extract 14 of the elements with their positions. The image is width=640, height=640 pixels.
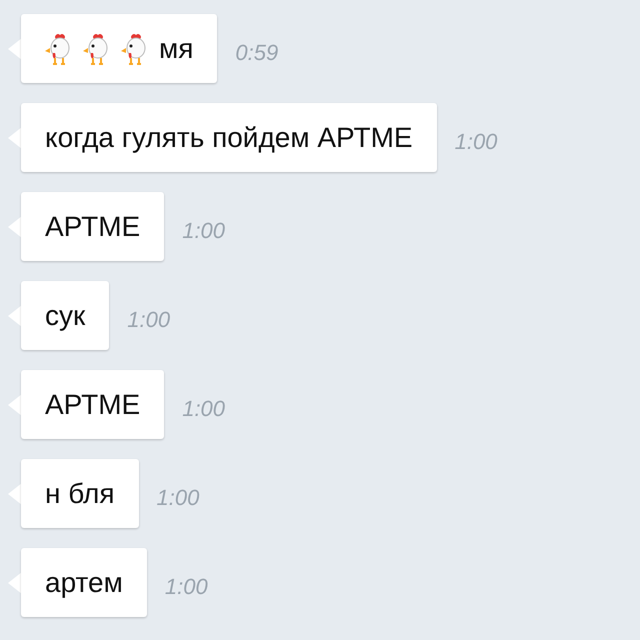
message-text: мя bbox=[159, 32, 194, 64]
message-time: 1:00 bbox=[182, 218, 226, 244]
message-text: АРТМЕ bbox=[45, 388, 140, 420]
message-time: 0:59 bbox=[235, 40, 278, 66]
message-time: 1:00 bbox=[164, 574, 208, 600]
message-text: АРТМЕ bbox=[45, 210, 140, 242]
message-time: 1:00 bbox=[127, 306, 170, 332]
message-text: сук bbox=[45, 300, 86, 332]
message-text: когда гулять пойдем АРТМЕ bbox=[45, 122, 413, 154]
message-time: 1:00 bbox=[156, 484, 200, 510]
message-text: н бля bbox=[45, 478, 115, 510]
message-time: 1:00 bbox=[454, 128, 498, 154]
message-text: артем bbox=[45, 566, 123, 598]
message-time: 1:00 bbox=[182, 396, 226, 422]
